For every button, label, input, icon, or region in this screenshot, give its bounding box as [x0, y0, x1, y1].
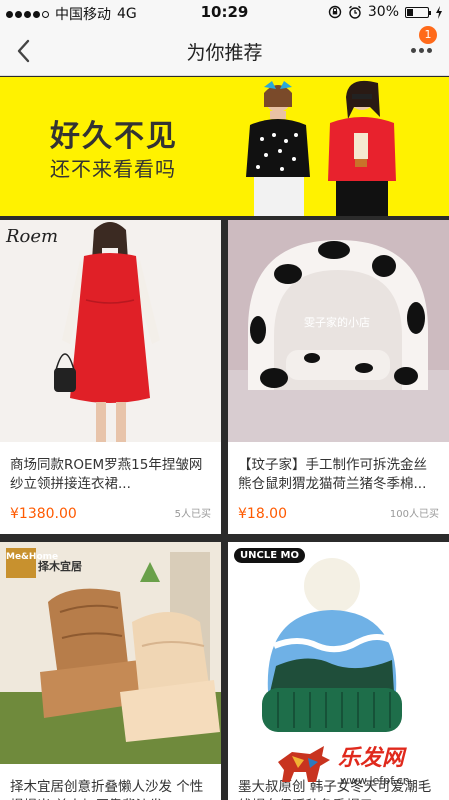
pet-bed-illustration [228, 240, 449, 442]
page-title: 为你推荐 [186, 42, 263, 64]
product-name: 商场同款ROEM罗燕15年捏皱网纱立领拼接连衣裙... [10, 457, 203, 492]
notification-badge: 1 [419, 26, 437, 44]
screen: 中国移动 4G 10:29 30% 为你推荐 1 好久不见 还不来看看吗 Roe… [0, 0, 449, 800]
battery-icon [405, 6, 431, 18]
banner-subline: 还不来看看吗 [50, 157, 176, 181]
banner-headline: 好久不见 [50, 119, 178, 154]
product-image: Me&Home 择木宜居 [0, 542, 221, 764]
rotation-lock-icon [328, 5, 342, 19]
watermark-url: www.lefpf.cn [340, 774, 410, 787]
sold-count: 5人已买 [174, 509, 211, 520]
product-image: 雯子家的小店 [228, 220, 449, 442]
brand-cn-label: 择木宜居 [38, 560, 82, 573]
product-image: Roem [0, 220, 221, 442]
product-image: UNCLE MO [228, 542, 449, 764]
more-icon[interactable] [411, 44, 437, 56]
battery-percent: 30% [367, 4, 399, 20]
product-name: 择木宜居创意折叠懒人沙发 个性榻榻米 单人加厚靠背沙发... [10, 779, 204, 800]
shop-watermark: 雯子家的小店 [304, 316, 370, 329]
status-bar: 中国移动 4G 10:29 30% [0, 0, 449, 26]
charging-icon [436, 5, 442, 19]
product-price: ¥18.00 [238, 506, 287, 522]
watermark-cn: 乐发网 [338, 746, 405, 771]
product-card[interactable]: 雯子家的小店 【玟子家】手工制作可拆洗金丝熊仓鼠刺猬龙猫荷兰猪冬季棉... ¥1… [228, 220, 449, 534]
hat-illustration [262, 558, 402, 732]
dress-illustration [54, 222, 160, 442]
alarm-icon [348, 5, 361, 19]
status-right: 30% [328, 4, 443, 20]
site-watermark: 乐发网 www.lefpf.cn [278, 736, 446, 796]
product-card[interactable]: Me&Home 择木宜居 择木宜居创意折叠懒人沙发 个性榻榻米 单人加厚靠背沙发… [0, 542, 221, 800]
bull-logo-icon [278, 746, 330, 782]
brand-logo: Me&Home [6, 548, 58, 578]
product-price: ¥1380.00 [10, 506, 77, 522]
banner-models-image [246, 80, 396, 216]
promo-banner[interactable]: 好久不见 还不来看看吗 [0, 77, 449, 216]
sold-count: 100人已买 [389, 509, 439, 520]
battery-fill [407, 8, 413, 16]
product-name: 【玟子家】手工制作可拆洗金丝熊仓鼠刺猬龙猫荷兰猪冬季棉... [238, 457, 427, 492]
product-card[interactable]: Roem 商场同款ROEM罗燕15年捏皱网纱立领拼接连衣裙... ¥1380.0… [0, 220, 221, 534]
nav-bar: 为你推荐 1 [0, 26, 449, 76]
